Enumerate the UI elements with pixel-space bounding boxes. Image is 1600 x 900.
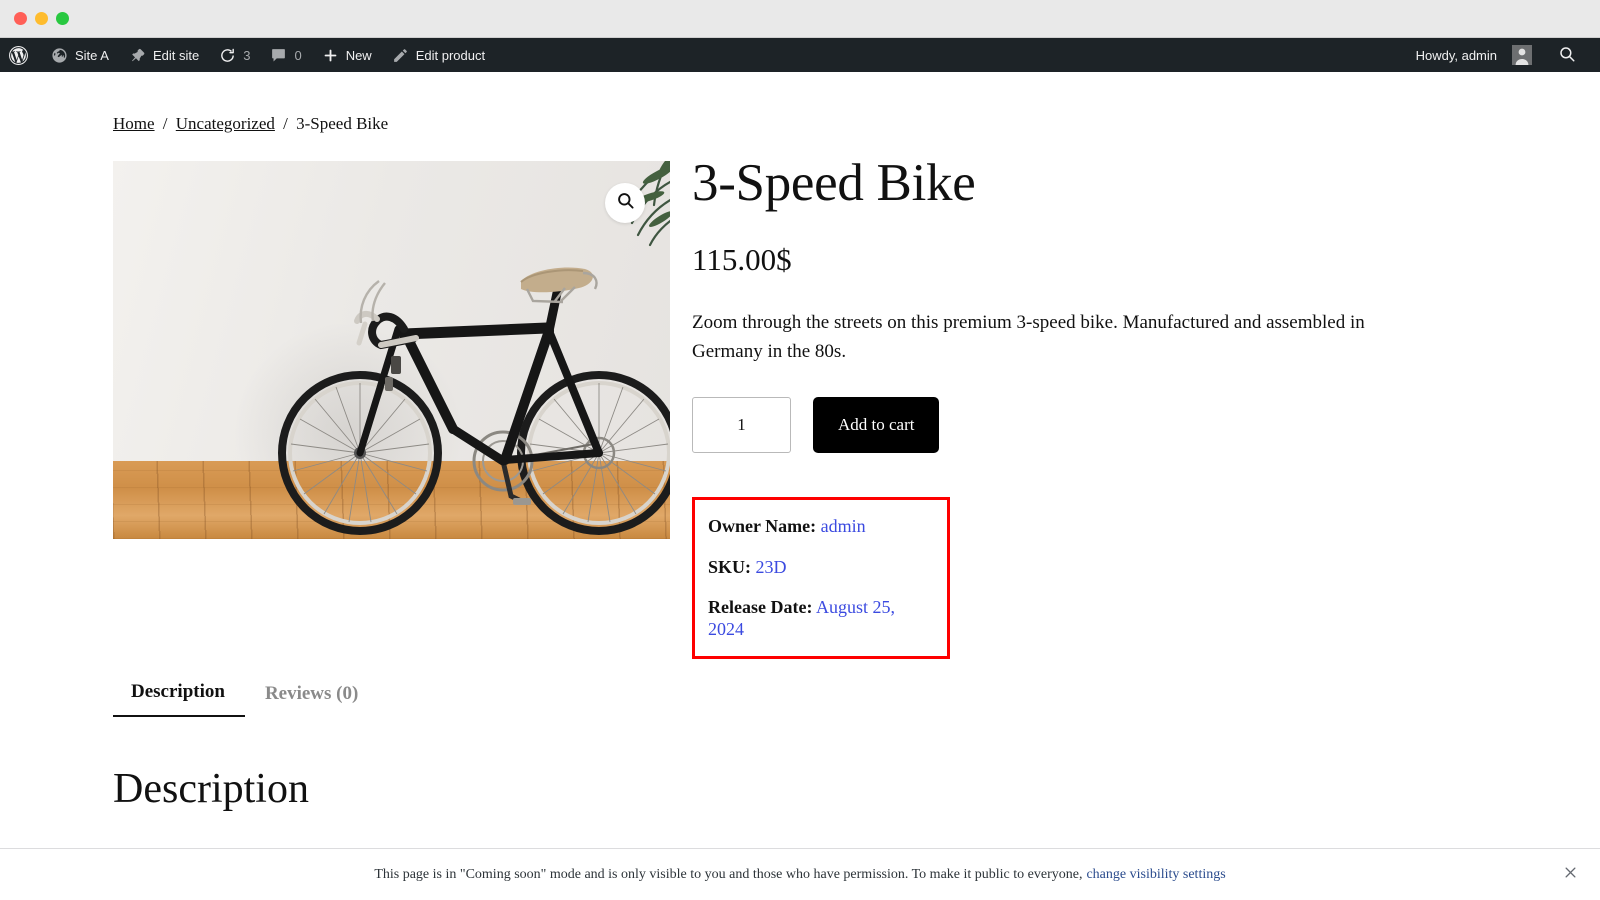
admin-bar-item-edit-product[interactable]: Edit product bbox=[382, 38, 495, 72]
admin-bar-left-group: Site A Edit site 3 0 New Edit product bbox=[0, 38, 495, 72]
pencil-icon bbox=[392, 47, 409, 64]
page-title: 3-Speed Bike bbox=[692, 154, 976, 212]
meta-label-release-date: Release Date: bbox=[708, 597, 813, 618]
breadcrumb-link-category[interactable]: Uncategorized bbox=[176, 114, 275, 133]
search-icon bbox=[1558, 45, 1576, 66]
updates-icon bbox=[219, 47, 236, 64]
notice-close-button[interactable] bbox=[1563, 865, 1578, 885]
window-minimize-button[interactable] bbox=[35, 12, 48, 25]
meta-row: SKU: 23D bbox=[708, 557, 933, 579]
admin-bar-comments-count: 0 bbox=[294, 47, 302, 63]
product-price: 115.00$ bbox=[692, 242, 792, 278]
breadcrumb: Home / Uncategorized / 3-Speed Bike bbox=[113, 72, 1487, 134]
product-tabs-wrapper: Description Reviews (0) bbox=[113, 681, 1487, 718]
plus-icon bbox=[322, 47, 339, 64]
product-tabs: Description Reviews (0) bbox=[113, 681, 1487, 718]
dashboard-icon bbox=[51, 47, 68, 64]
product-gallery bbox=[113, 161, 670, 659]
add-to-cart-button[interactable]: Add to cart bbox=[813, 396, 940, 453]
admin-bar-updates-count: 3 bbox=[243, 47, 251, 63]
avatar-icon bbox=[1512, 45, 1532, 65]
tab-reviews[interactable]: Reviews (0) bbox=[245, 683, 378, 717]
notice-text: This page is in "Coming soon" mode and i… bbox=[374, 866, 1083, 882]
admin-bar-item-new[interactable]: New bbox=[312, 38, 382, 72]
admin-bar-item-label: Edit product bbox=[415, 47, 486, 63]
traffic-lights bbox=[14, 12, 69, 25]
meta-label-owner-name: Owner Name: bbox=[708, 515, 817, 536]
product-main: 3-Speed Bike 115.00$ Zoom through the st… bbox=[113, 154, 1487, 660]
meta-row: Owner Name: admin bbox=[708, 516, 933, 538]
breadcrumb-link-home[interactable]: Home bbox=[113, 114, 155, 133]
quantity-input[interactable] bbox=[692, 396, 791, 453]
coming-soon-notice: This page is in "Coming soon" mode and i… bbox=[0, 848, 1600, 900]
breadcrumb-separator: / bbox=[283, 114, 288, 133]
meta-value-sku: 23D bbox=[755, 556, 787, 577]
product-image[interactable] bbox=[113, 161, 670, 539]
window-titlebar bbox=[0, 0, 1600, 38]
admin-bar-wordpress-logo[interactable] bbox=[0, 38, 41, 72]
admin-bar-search-button[interactable] bbox=[1542, 45, 1590, 66]
admin-bar-item-edit-site[interactable]: Edit site bbox=[119, 38, 209, 72]
page-body: Home / Uncategorized / 3-Speed Bike 3-Sp… bbox=[0, 72, 1600, 900]
admin-bar-right-group: Howdy, admin bbox=[1406, 38, 1600, 72]
close-icon bbox=[1563, 865, 1578, 885]
admin-bar-item-comments[interactable]: 0 bbox=[260, 38, 311, 72]
breadcrumb-separator: / bbox=[162, 114, 168, 133]
breadcrumb-current: 3-Speed Bike bbox=[296, 114, 389, 133]
admin-bar-item-updates[interactable]: 3 bbox=[209, 38, 260, 72]
meta-row: Release Date: August 25, 2024 bbox=[708, 597, 933, 640]
window-maximize-button[interactable] bbox=[56, 12, 69, 25]
product-summary: 3-Speed Bike 115.00$ Zoom through the st… bbox=[670, 154, 1487, 660]
description-heading: Description bbox=[113, 766, 309, 813]
wp-admin-bar: Site A Edit site 3 0 New Edit product Ho… bbox=[0, 38, 1600, 72]
pushpin-icon bbox=[129, 47, 146, 64]
wordpress-icon bbox=[8, 45, 29, 66]
window-close-button[interactable] bbox=[14, 12, 27, 25]
admin-bar-my-account[interactable]: Howdy, admin bbox=[1406, 38, 1542, 72]
product-meta-box: Owner Name: admin SKU: 23D Release Date:… bbox=[692, 496, 950, 660]
add-to-cart-form: Add to cart bbox=[692, 396, 1487, 453]
content-container: Home / Uncategorized / 3-Speed Bike 3-Sp… bbox=[0, 72, 1600, 813]
tab-description[interactable]: Description bbox=[113, 681, 245, 718]
meta-label-sku: SKU: bbox=[708, 556, 752, 577]
image-zoom-button[interactable] bbox=[605, 183, 645, 223]
admin-bar-item-label: Edit site bbox=[152, 47, 200, 63]
notice-link-visibility-settings[interactable]: change visibility settings bbox=[1086, 867, 1225, 883]
magnifier-icon bbox=[616, 191, 635, 215]
comment-icon bbox=[270, 47, 287, 64]
admin-bar-item-label: New bbox=[345, 47, 372, 63]
image-bicycle bbox=[278, 267, 670, 535]
product-short-description: Zoom through the streets on this premium… bbox=[692, 312, 1365, 363]
admin-bar-item-site-a[interactable]: Site A bbox=[41, 38, 119, 72]
meta-value-owner-name: admin bbox=[820, 515, 866, 536]
admin-bar-item-label: Site A bbox=[75, 47, 109, 63]
howdy-label: Howdy, admin bbox=[1415, 47, 1497, 63]
